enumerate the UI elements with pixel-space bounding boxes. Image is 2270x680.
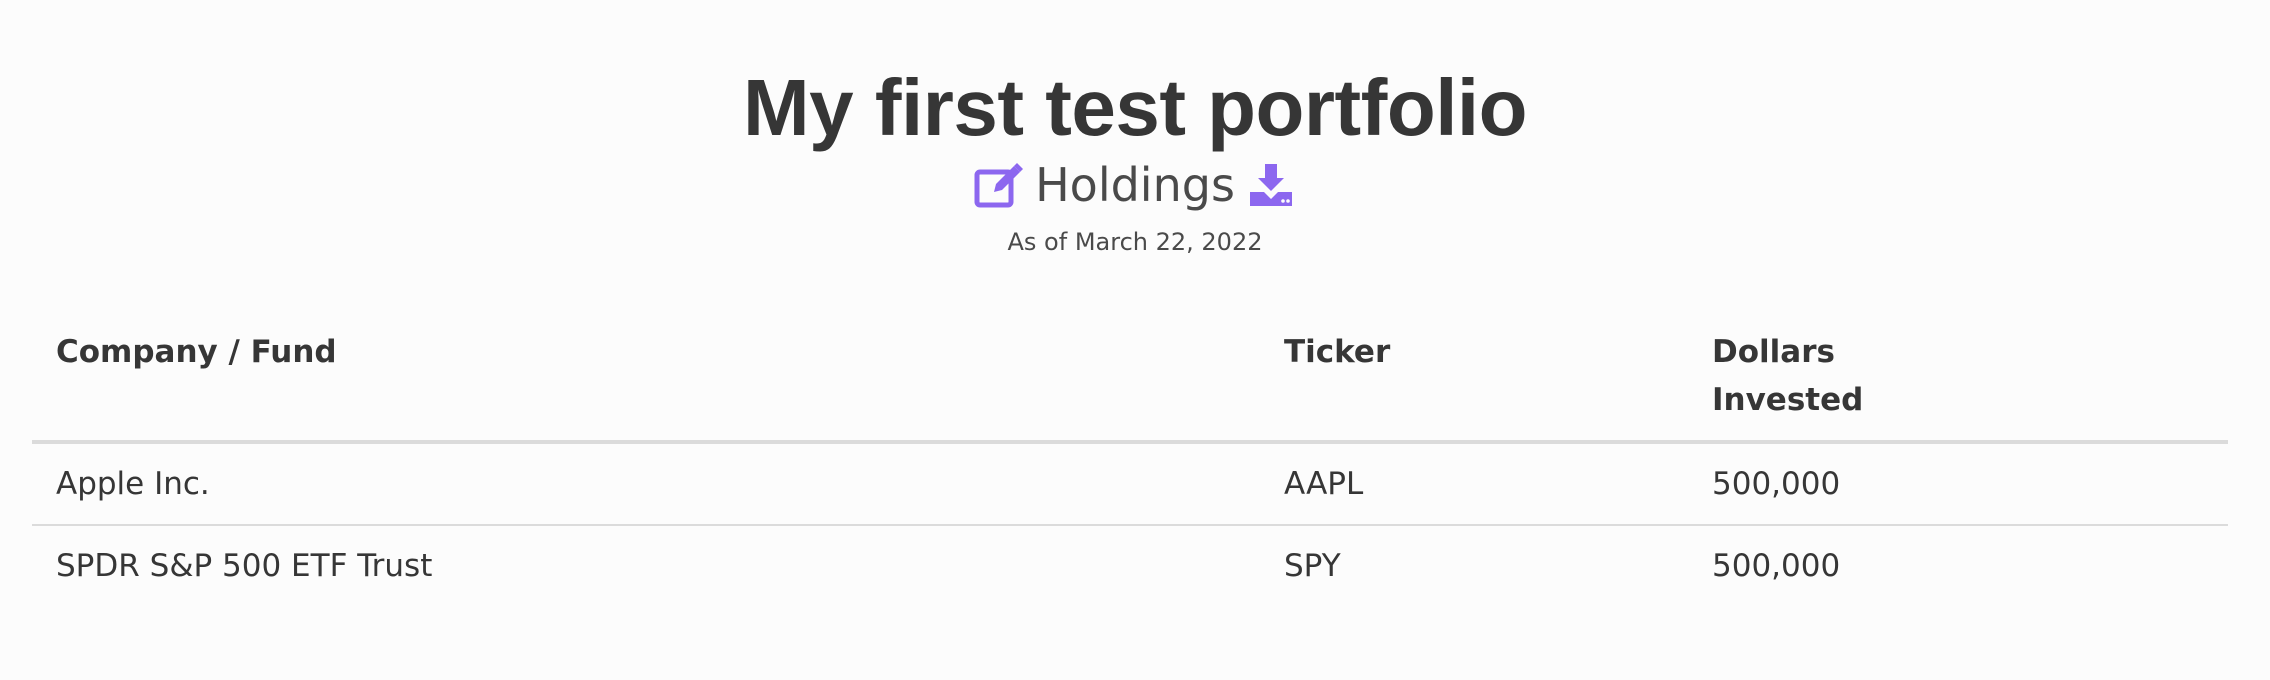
column-header-dollars: Dollars Invested	[1688, 318, 2228, 444]
cell-company: Apple Inc.	[32, 442, 1260, 526]
column-header-ticker: Ticker	[1260, 318, 1688, 444]
download-icon-graphic	[1249, 164, 1292, 206]
subtitle-holdings: Holdings	[1035, 158, 1235, 212]
cell-dollars: 500,000	[1688, 442, 2228, 526]
edit-icon[interactable]	[973, 159, 1025, 211]
table-row: Apple Inc. AAPL 500,000	[32, 442, 2228, 526]
cell-dollars: 500,000	[1712, 548, 1841, 584]
cell-company: SPDR S&P 500 ETF Trust	[56, 548, 433, 584]
page-title: My first test portfolio	[742, 63, 1528, 152]
cell-ticker: SPY	[1284, 548, 1341, 584]
column-header-company: Company / Fund	[32, 318, 1260, 444]
cell-ticker: AAPL	[1260, 442, 1688, 526]
column-header-dollars-label: Dollars Invested	[1712, 334, 1864, 418]
download-icon[interactable]	[1245, 159, 1297, 211]
table-body: Apple Inc. AAPL 500,000 SPDR S&P 500 ETF…	[32, 442, 2228, 606]
holdings-table: Company / Fund Ticker Dollars Invested A…	[32, 318, 2228, 606]
subtitle-row: Holdings	[0, 156, 2270, 214]
page-header: My first test portfolio Holdings As of M…	[0, 0, 2270, 256]
edit-icon-graphic	[974, 163, 1024, 208]
table-header-row: Company / Fund Ticker Dollars Invested	[32, 318, 2228, 444]
as-of-date: As of March 22, 2022	[1007, 228, 1263, 256]
table-header: Company / Fund Ticker Dollars Invested	[32, 318, 2228, 444]
table-row: SPDR S&P 500 ETF Trust SPY 500,000	[32, 525, 2228, 606]
holdings-table-wrapper: Company / Fund Ticker Dollars Invested A…	[32, 318, 2228, 606]
